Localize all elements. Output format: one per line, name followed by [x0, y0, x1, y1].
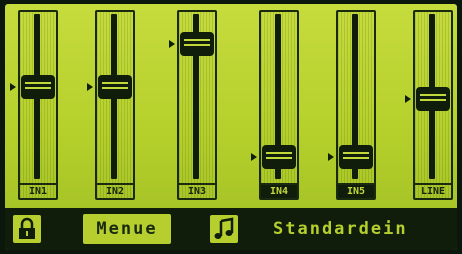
bottom-bar: Menue Standardein — [5, 208, 457, 250]
channel-in2: IN2 — [87, 10, 135, 200]
channel-label: IN4 — [261, 183, 297, 198]
music-note-icon[interactable] — [210, 215, 238, 243]
fader-knob[interactable] — [262, 145, 296, 170]
padlock-icon[interactable] — [13, 215, 41, 243]
channel-label: IN2 — [97, 183, 133, 198]
channel-line: LINE — [405, 10, 453, 200]
menu-button[interactable]: Menue — [83, 214, 171, 244]
channel-in1: IN1 — [10, 10, 58, 200]
fader-knob[interactable] — [339, 145, 373, 170]
fader-knob[interactable] — [21, 75, 55, 100]
level-marker-icon — [87, 83, 93, 92]
mixer-channels: IN1 IN2 IN3 IN4 IN5 LINE — [5, 4, 457, 204]
channel-label: LINE — [415, 183, 451, 198]
channel-label: IN5 — [338, 183, 374, 198]
level-marker-icon — [169, 39, 175, 48]
fader-knob[interactable] — [180, 31, 214, 56]
channel-label: IN1 — [20, 183, 56, 198]
fader-knob[interactable] — [416, 87, 450, 111]
level-marker-icon — [251, 153, 257, 162]
preset-name[interactable]: Standardein — [273, 214, 457, 244]
lcd-screen: IN1 IN2 IN3 IN4 IN5 LINE Menue Standarde… — [5, 4, 457, 250]
channel-label: IN3 — [179, 183, 215, 198]
channel-in3: IN3 — [169, 10, 217, 200]
level-marker-icon — [10, 83, 16, 92]
channel-in5: IN5 — [328, 10, 376, 200]
channel-in4: IN4 — [251, 10, 299, 200]
level-marker-icon — [328, 153, 334, 162]
fader-knob[interactable] — [98, 75, 132, 100]
level-marker-icon — [405, 95, 411, 103]
